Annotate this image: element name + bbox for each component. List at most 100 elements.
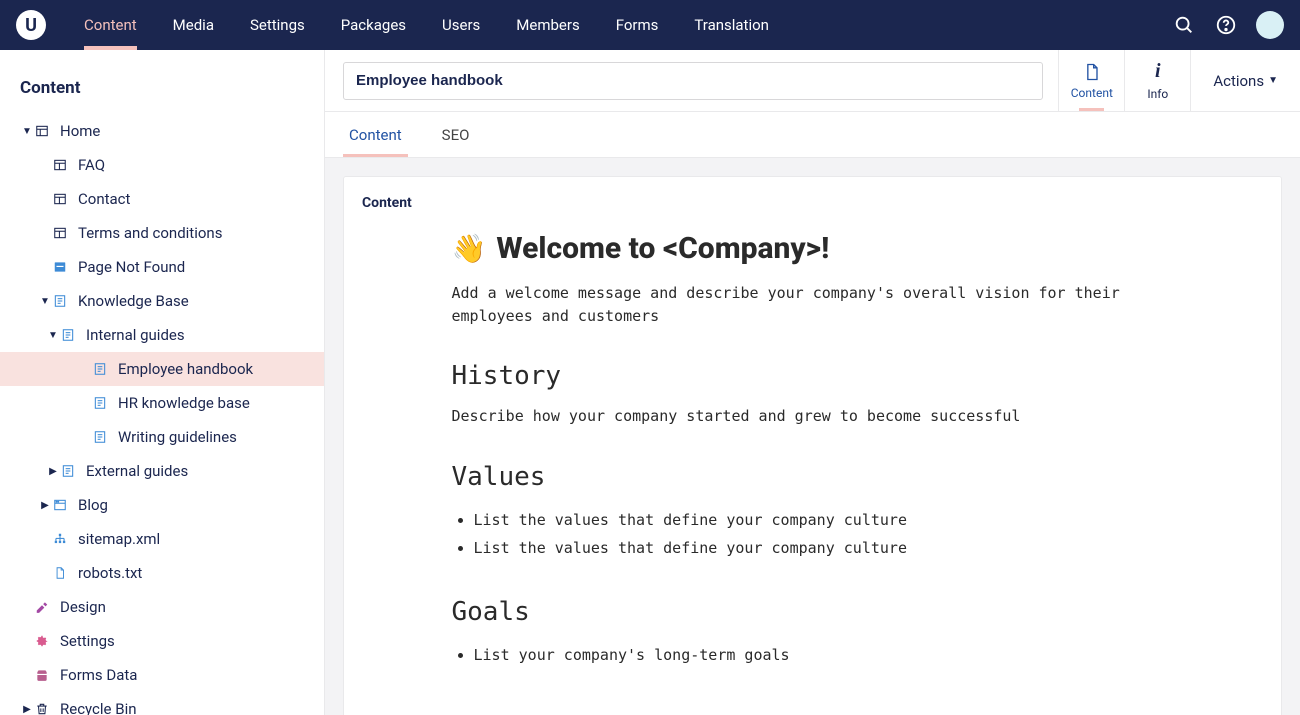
tool-tab-label: Content	[1071, 86, 1113, 100]
tree-label: Writing guidelines	[118, 428, 237, 446]
list-item: List the values that define your company…	[474, 534, 1152, 563]
tree-label: Terms and conditions	[78, 224, 222, 242]
tree-label: Design	[60, 598, 106, 616]
tree-node-knowledge-base[interactable]: ▼ Knowledge Base	[0, 284, 324, 318]
tree-node-internal-guides[interactable]: ▼Internal guides	[0, 318, 324, 352]
tree-label: Settings	[60, 632, 115, 650]
tree-node-hr-knowledge-base[interactable]: HR knowledge base	[0, 386, 324, 420]
content-app-tab[interactable]: Content	[1058, 50, 1124, 111]
caret-down-icon[interactable]: ▼	[38, 296, 52, 307]
nav-packages[interactable]: Packages	[323, 0, 424, 50]
heading-welcome: 👋Welcome to <Company>!	[452, 231, 1152, 266]
tree-label: Page Not Found	[78, 258, 185, 276]
top-bar: U ContentMediaSettingsPackagesUsersMembe…	[0, 0, 1300, 50]
tool-tab-label: Info	[1147, 87, 1168, 101]
tree-node-employee-handbook[interactable]: Employee handbook	[0, 352, 324, 386]
nav-members[interactable]: Members	[498, 0, 597, 50]
wave-emoji-icon: 👋	[452, 232, 487, 265]
heading-history: History	[452, 361, 1152, 391]
nav-content[interactable]: Content	[66, 0, 155, 50]
property-group-label: Content	[362, 195, 1241, 211]
nav-media[interactable]: Media	[155, 0, 232, 50]
home-icon	[34, 124, 50, 138]
caret-right-icon[interactable]: ▶	[46, 466, 60, 477]
paragraph: Add a welcome message and describe your …	[452, 282, 1152, 327]
tree-label: Employee handbook	[118, 360, 253, 378]
blog-icon	[52, 498, 68, 512]
tree-node-forms-data[interactable]: Forms Data	[0, 658, 324, 692]
tree-label: Blog	[78, 496, 108, 514]
tree-label: HR knowledge base	[118, 394, 250, 412]
heading-values: Values	[452, 462, 1152, 492]
tree-node-sitemap-xml[interactable]: sitemap.xml	[0, 522, 324, 556]
caret-down-icon[interactable]: ▼	[46, 330, 60, 341]
sub-tabs: Content SEO	[325, 112, 1300, 158]
nav-translation[interactable]: Translation	[676, 0, 787, 50]
content-area: Content i Info Actions ▼ Content SEO Cont…	[325, 50, 1300, 715]
tree-node-robots-txt[interactable]: robots.txt	[0, 556, 324, 590]
list-item: List the values that define your company…	[474, 506, 1152, 535]
nav-settings[interactable]: Settings	[232, 0, 323, 50]
doc-icon	[92, 362, 108, 376]
top-nav: ContentMediaSettingsPackagesUsersMembers…	[66, 0, 787, 50]
content-panel: Content 👋Welcome to <Company>! Add a wel…	[343, 176, 1282, 715]
doc-icon	[92, 396, 108, 410]
caret-right-icon[interactable]: ▶	[38, 500, 52, 511]
tree-node-external-guides[interactable]: ▶ External guides	[0, 454, 324, 488]
search-icon[interactable]	[1172, 13, 1196, 37]
caret-down-icon[interactable]: ▼	[20, 126, 34, 137]
tree-label: External guides	[86, 462, 188, 480]
tree-node-contact[interactable]: Contact	[0, 182, 324, 216]
header-row: Content i Info Actions ▼	[325, 50, 1300, 112]
content-tree: ▼ Home FAQ Contact Terms and conditions Page …	[0, 114, 324, 715]
tree-label: sitemap.xml	[78, 530, 160, 548]
tab-seo[interactable]: SEO	[436, 112, 476, 157]
tree-node-page-not-found[interactable]: Page Not Found	[0, 250, 324, 284]
heading-goals: Goals	[452, 597, 1152, 627]
trash-icon	[34, 702, 50, 715]
tree-node-home[interactable]: ▼ Home	[0, 114, 324, 148]
sidebar: Content ▼ Home FAQ Contact Terms and conditi…	[0, 50, 325, 715]
sidebar-title: Content	[0, 50, 324, 114]
layout-icon	[52, 226, 68, 240]
doc-icon	[52, 294, 68, 308]
tree-node-design[interactable]: Design	[0, 590, 324, 624]
layout-icon	[52, 192, 68, 206]
tree-label: robots.txt	[78, 564, 142, 582]
tree-label: Forms Data	[60, 666, 137, 684]
file-icon	[52, 566, 68, 580]
tree-node-blog[interactable]: ▶ Blog	[0, 488, 324, 522]
doc-icon	[92, 430, 108, 444]
doc-icon	[60, 328, 76, 342]
layout-icon	[52, 158, 68, 172]
user-avatar[interactable]	[1256, 11, 1284, 39]
tree-node-writing-guidelines[interactable]: Writing guidelines	[0, 420, 324, 454]
actions-button[interactable]: Actions ▼	[1190, 50, 1300, 111]
doc-icon	[60, 464, 76, 478]
caret-right-icon[interactable]: ▶	[20, 704, 34, 715]
tree-label: FAQ	[78, 156, 105, 174]
tab-content[interactable]: Content	[343, 112, 408, 157]
tree-node-settings[interactable]: Settings	[0, 624, 324, 658]
info-app-tab[interactable]: i Info	[1124, 50, 1190, 111]
nav-forms[interactable]: Forms	[598, 0, 677, 50]
design-icon	[34, 600, 50, 614]
tree-node-faq[interactable]: FAQ	[0, 148, 324, 182]
rich-text-editor[interactable]: 👋Welcome to <Company>! Add a welcome mes…	[452, 231, 1152, 669]
nav-users[interactable]: Users	[424, 0, 498, 50]
logo-icon[interactable]: U	[16, 10, 46, 40]
tree-node-recycle-bin[interactable]: ▶ Recycle Bin	[0, 692, 324, 715]
tree-label: Knowledge Base	[78, 292, 189, 310]
gear-icon	[34, 634, 50, 648]
tree-node-terms-and-conditions[interactable]: Terms and conditions	[0, 216, 324, 250]
document-name-input[interactable]	[343, 62, 1043, 100]
tree-label: Home	[60, 122, 100, 140]
help-icon[interactable]	[1214, 13, 1238, 37]
sitemap-icon	[52, 532, 68, 546]
formsdata-icon	[34, 668, 50, 682]
tree-label: Contact	[78, 190, 130, 208]
tree-label: Recycle Bin	[60, 700, 137, 715]
list-item: List your company's long-term goals	[474, 641, 1152, 670]
pagenotfound-icon	[52, 260, 68, 274]
paragraph: Describe how your company started and gr…	[452, 405, 1152, 428]
